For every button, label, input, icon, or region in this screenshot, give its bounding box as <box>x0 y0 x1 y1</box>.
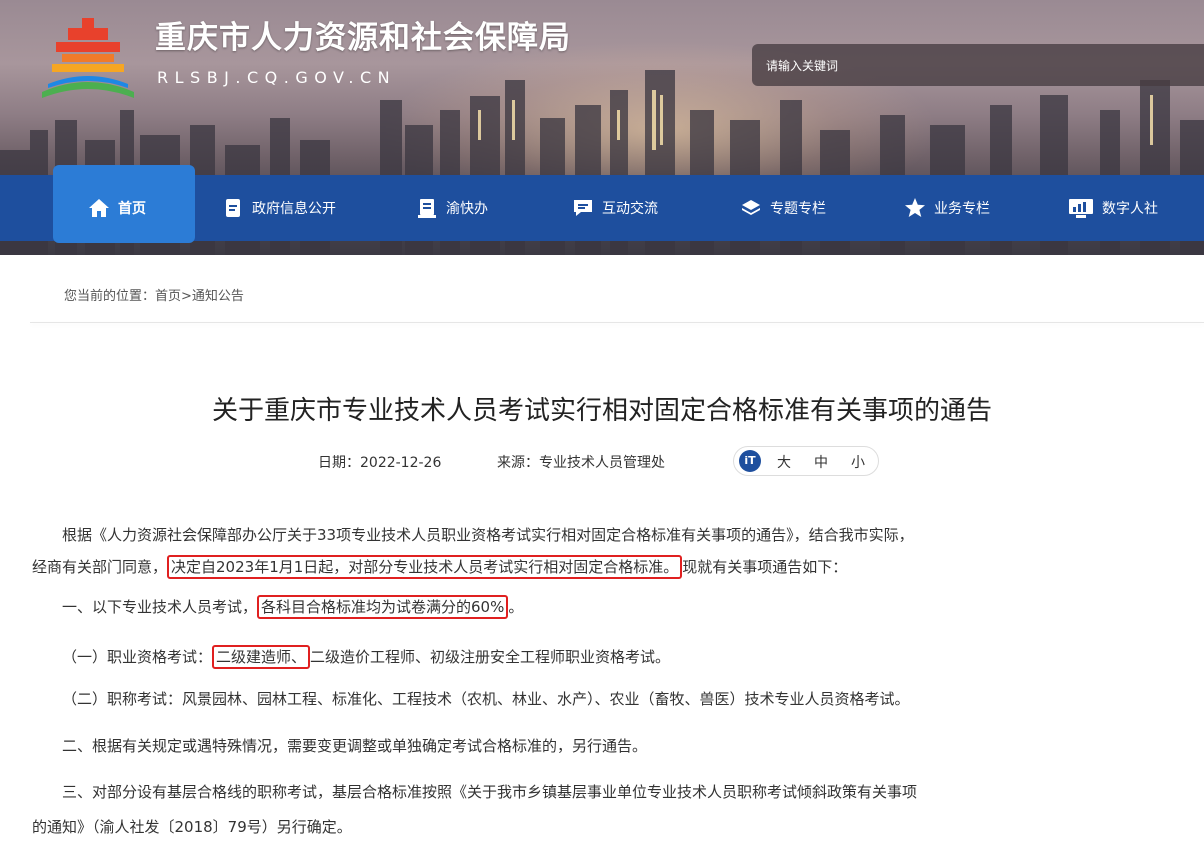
monitor-chart-icon <box>1069 199 1093 218</box>
paragraph-6-line-2: 的通知》（渝人社发〔2018〕79号）另行确定。 <box>32 818 352 836</box>
site-logo-icon <box>42 18 134 98</box>
paragraph-1-line-1: 根据《人力资源社会保障部办公厅关于33项专业技术人员职业资格考试实行相对固定合格… <box>62 526 914 544</box>
home-icon <box>89 199 109 217</box>
article-title: 关于重庆市专业技术人员考试实行相对固定合格标准有关事项的通告 <box>211 396 992 426</box>
article-source: 来源：专业技术人员管理处 <box>497 455 665 471</box>
nav-item-label: 数字人社 <box>1102 201 1158 217</box>
nav-item-yukuaiban[interactable]: 渝快办 <box>416 175 488 241</box>
main-nav: 首页 政府信息公开 渝快办 互动交流 专题专栏 业务专栏 数字人社 <box>0 165 1204 243</box>
nav-item-label: 专题专栏 <box>770 201 826 217</box>
clipboard-icon <box>418 199 436 218</box>
text-segment: 二级造价工程师、初级注册安全工程师职业资格考试。 <box>310 648 671 666</box>
highlighted-text: 决定自2023年1月1日起，对部分专业技术人员考试实行相对固定合格标准。 <box>167 555 683 579</box>
layers-icon <box>742 200 760 215</box>
paragraph-2: 一、以下专业技术人员考试， 各科目合格标准均为试卷满分的60%。 <box>62 595 524 619</box>
paragraph-4: （二）职称考试：风景园林、园林工程、标准化、工程技术（农机、林业、水产）、农业（… <box>62 690 910 708</box>
font-size-medium[interactable]: 中 <box>814 452 828 472</box>
chat-icon <box>574 200 592 216</box>
search-box[interactable] <box>752 44 1204 86</box>
paragraph-3: （一）职业资格考试： 二级建造师、 二级造价工程师、初级注册安全工程师职业资格考试。 <box>62 645 671 669</box>
divider <box>30 322 1204 323</box>
font-size-small[interactable]: 小 <box>851 452 865 472</box>
site-domain: RLSBJ.CQ.GOV.CN <box>157 68 397 87</box>
highlighted-text: 各科目合格标准均为试卷满分的60% <box>257 595 509 619</box>
font-size-large[interactable]: 大 <box>777 452 791 472</box>
text-segment: （一）职业资格考试： <box>62 648 213 666</box>
text-segment: 现就有关事项通告如下： <box>682 558 848 576</box>
article-date: 日期：2022-12-26 <box>318 455 442 471</box>
search-input[interactable] <box>764 54 1188 78</box>
nav-item-label: 政府信息公开 <box>252 201 336 217</box>
font-size-icon: iT <box>739 450 761 472</box>
paragraph-5: 二、根据有关规定或遇特殊情况，需要变更调整或单独确定考试合格标准的，另行通告。 <box>62 737 648 755</box>
paragraph-6-line-1: 三、对部分设有基层合格线的职称考试，基层合格标准按照《关于我市乡镇基层事业单位专… <box>62 783 918 801</box>
nav-item-gov-info[interactable]: 政府信息公开 <box>222 175 336 241</box>
nav-item-topics[interactable]: 专题专栏 <box>740 175 826 241</box>
text-segment: 。 <box>508 598 524 616</box>
text-segment: 一、以下专业技术人员考试， <box>62 598 258 616</box>
nav-item-digital[interactable]: 数字人社 <box>1068 175 1158 241</box>
highlighted-text: 二级建造师、 <box>212 645 311 669</box>
site-title[interactable]: 重庆市人力资源和社会保障局 <box>155 12 571 57</box>
breadcrumb[interactable]: 您当前的位置：首页>通知公告 <box>64 285 244 304</box>
nav-item-interaction[interactable]: 互动交流 <box>572 175 658 241</box>
nav-item-business[interactable]: 业务专栏 <box>904 175 990 241</box>
star-icon <box>905 198 925 217</box>
nav-item-label: 业务专栏 <box>934 201 990 217</box>
paragraph-1-line-2: 经商有关部门同意， 决定自2023年1月1日起，对部分专业技术人员考试实行相对固定… <box>32 555 848 579</box>
nav-item-label: 渝快办 <box>446 201 488 217</box>
nav-item-label: 互动交流 <box>602 201 658 217</box>
nav-item-home[interactable]: 首页 <box>88 175 146 241</box>
text-segment: 经商有关部门同意， <box>32 558 168 576</box>
font-size-switcher: iT 大 中 小 <box>733 446 879 476</box>
nav-item-label: 首页 <box>118 201 146 217</box>
document-icon <box>226 199 240 217</box>
